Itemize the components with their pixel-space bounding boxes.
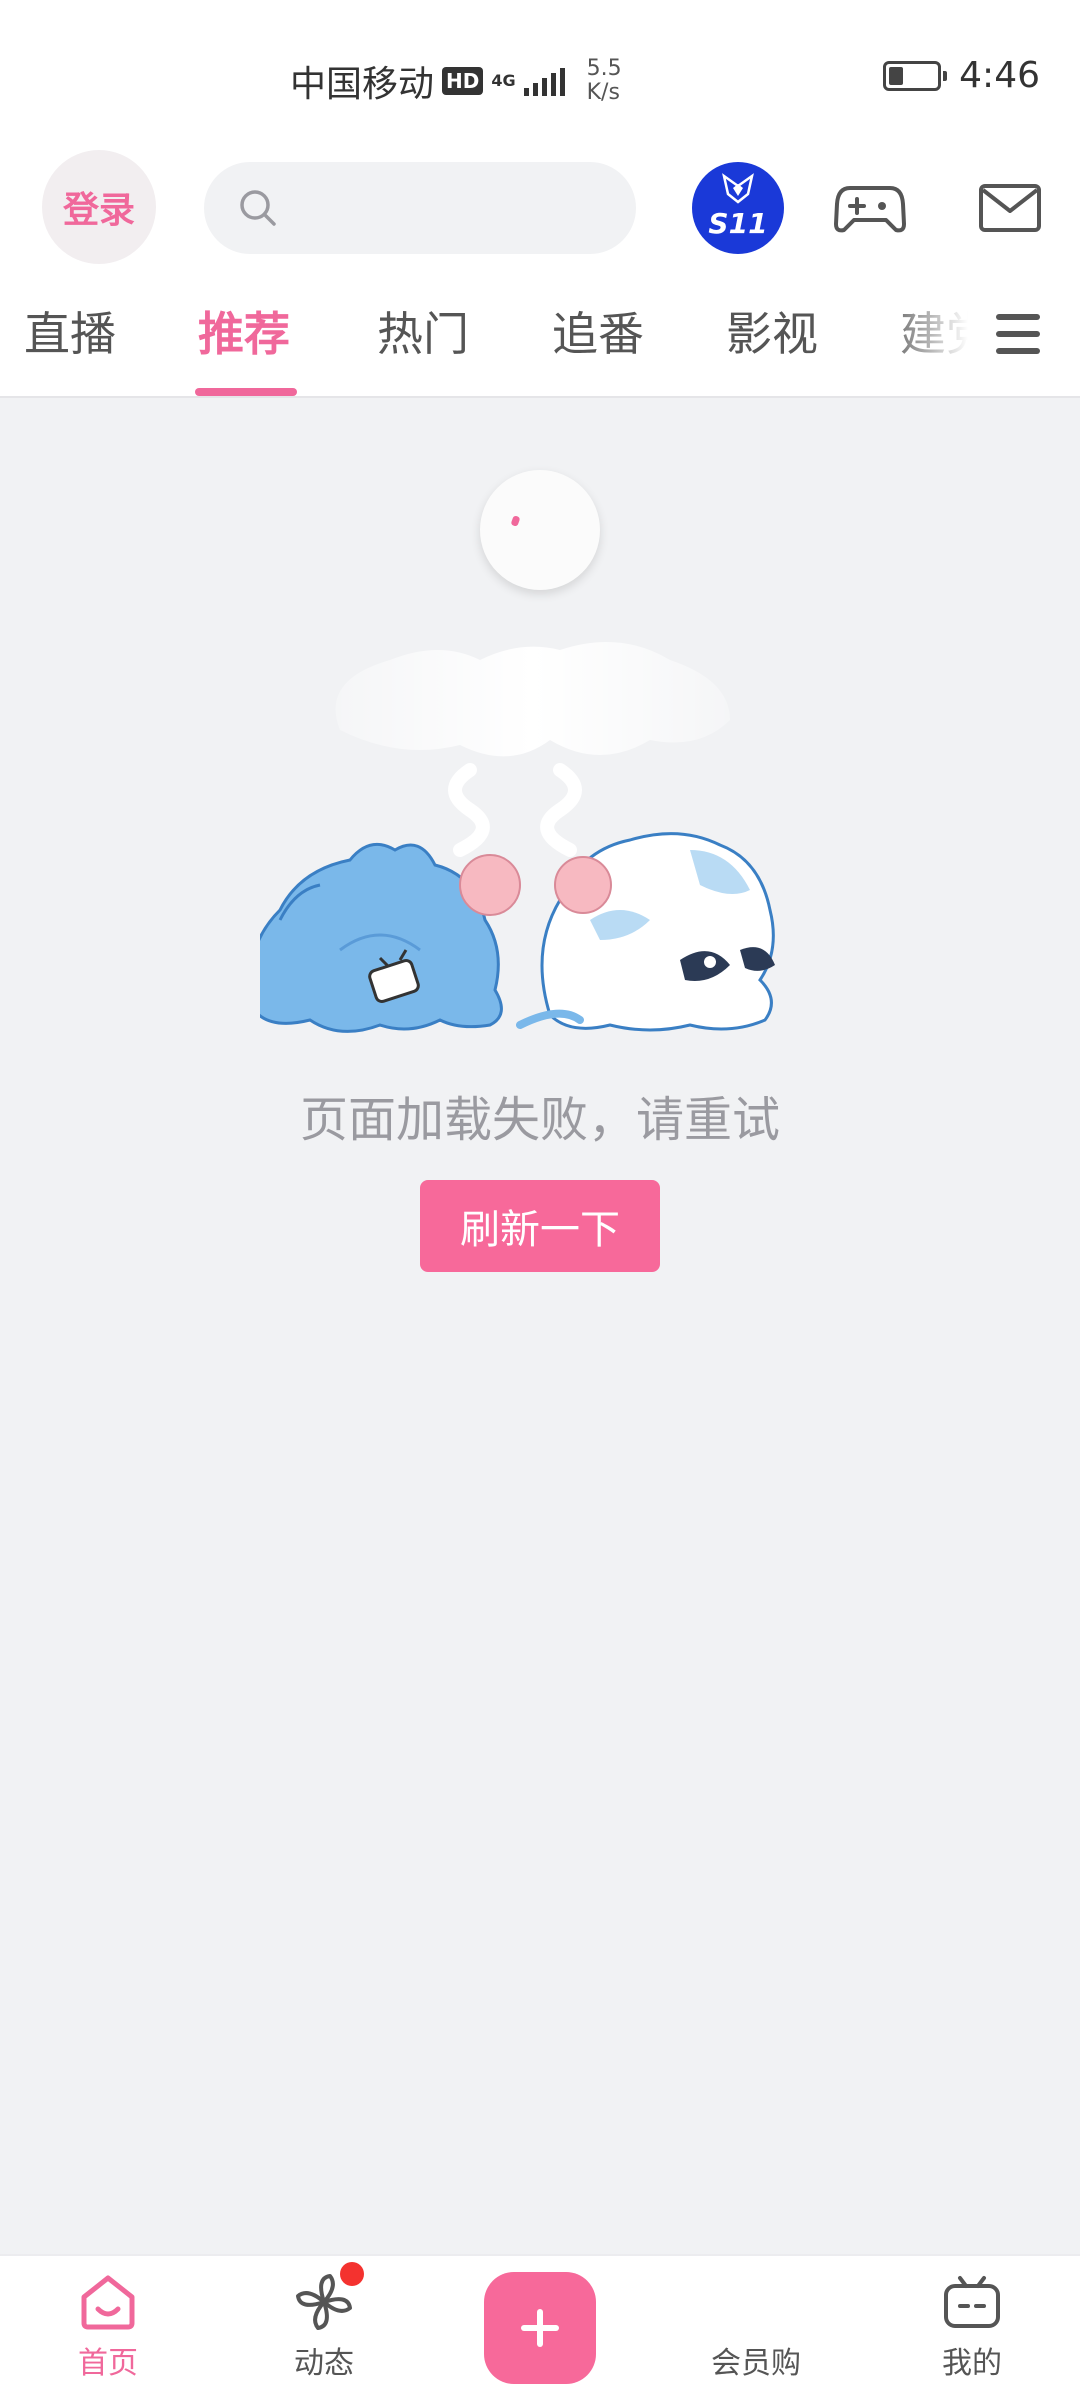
- loading-spinner: [480, 470, 600, 590]
- network-type: 4G: [491, 71, 516, 90]
- crest-icon: [722, 173, 754, 204]
- tab-recommend[interactable]: 推荐: [198, 298, 290, 364]
- sleeping-mascots-illustration: [260, 642, 775, 1033]
- tab-fade: [880, 270, 990, 396]
- active-tab-indicator: [195, 388, 297, 396]
- bottom-nav: 首页 动态 会员购 我的: [0, 2254, 1080, 2400]
- notification-dot: [340, 2262, 364, 2286]
- home-icon: [76, 2270, 140, 2334]
- carrier-name: 中国移动: [290, 64, 435, 105]
- network-speed: 5.5 K/s: [587, 57, 622, 105]
- s11-label: S11: [708, 207, 768, 240]
- tab-menu-icon[interactable]: [996, 314, 1040, 354]
- game-center-button[interactable]: [826, 164, 914, 252]
- nav-dynamic-label: 动态: [294, 2346, 354, 2381]
- nav-dynamic[interactable]: 动态: [254, 2262, 394, 2390]
- speed-value: 5.5: [586, 56, 622, 81]
- messages-button[interactable]: [966, 164, 1054, 252]
- speed-unit: K/s: [586, 80, 620, 105]
- s11-badge[interactable]: S11: [692, 162, 784, 254]
- gamepad-icon: [834, 186, 906, 233]
- battery-icon: [883, 60, 948, 91]
- clock: 4:46: [959, 55, 1040, 96]
- plus-icon: [521, 2309, 559, 2347]
- load-error-message: 页面加载失败，请重试: [299, 1092, 780, 1148]
- channel-tabs: 直播 推荐 热门 追番 影视 建党: [0, 270, 1080, 398]
- tab-movies[interactable]: 影视: [726, 298, 818, 364]
- tab-live[interactable]: 直播: [24, 298, 116, 364]
- search-icon: [240, 190, 276, 226]
- tab-anime[interactable]: 追番: [552, 298, 644, 364]
- nav-vip-shop[interactable]: 会员购: [686, 2270, 826, 2390]
- mail-icon: [979, 184, 1041, 232]
- upload-button[interactable]: [484, 2272, 596, 2384]
- pinwheel-icon: [292, 2262, 364, 2334]
- signal-icon: [523, 66, 565, 96]
- carrier-info: 中国移动 HD 4G 5.5 K/s: [290, 55, 622, 107]
- refresh-button[interactable]: 刷新一下: [420, 1180, 660, 1272]
- tv-icon: [940, 2270, 1004, 2334]
- nav-mine[interactable]: 我的: [902, 2270, 1042, 2390]
- vip-shop-icon-placeholder: [724, 2270, 788, 2334]
- nav-mine-label: 我的: [942, 2346, 1002, 2381]
- status-bar: 中国移动 HD 4G 5.5 K/s 4:46: [0, 0, 1080, 140]
- nav-vip-shop-label: 会员购: [711, 2346, 801, 2381]
- nav-home[interactable]: 首页: [38, 2270, 178, 2390]
- search-bar[interactable]: [204, 162, 636, 254]
- nav-home-label: 首页: [78, 2346, 138, 2381]
- login-button[interactable]: 登录: [42, 150, 156, 264]
- top-header: 登录 S11: [0, 140, 1080, 270]
- status-right: 4:46: [883, 55, 1040, 96]
- app-screen: 中国移动 HD 4G 5.5 K/s 4:46 登录 S11 直播 推荐 热门 …: [0, 0, 1080, 2400]
- hd-badge: HD: [442, 67, 484, 95]
- tab-hot[interactable]: 热门: [377, 298, 469, 364]
